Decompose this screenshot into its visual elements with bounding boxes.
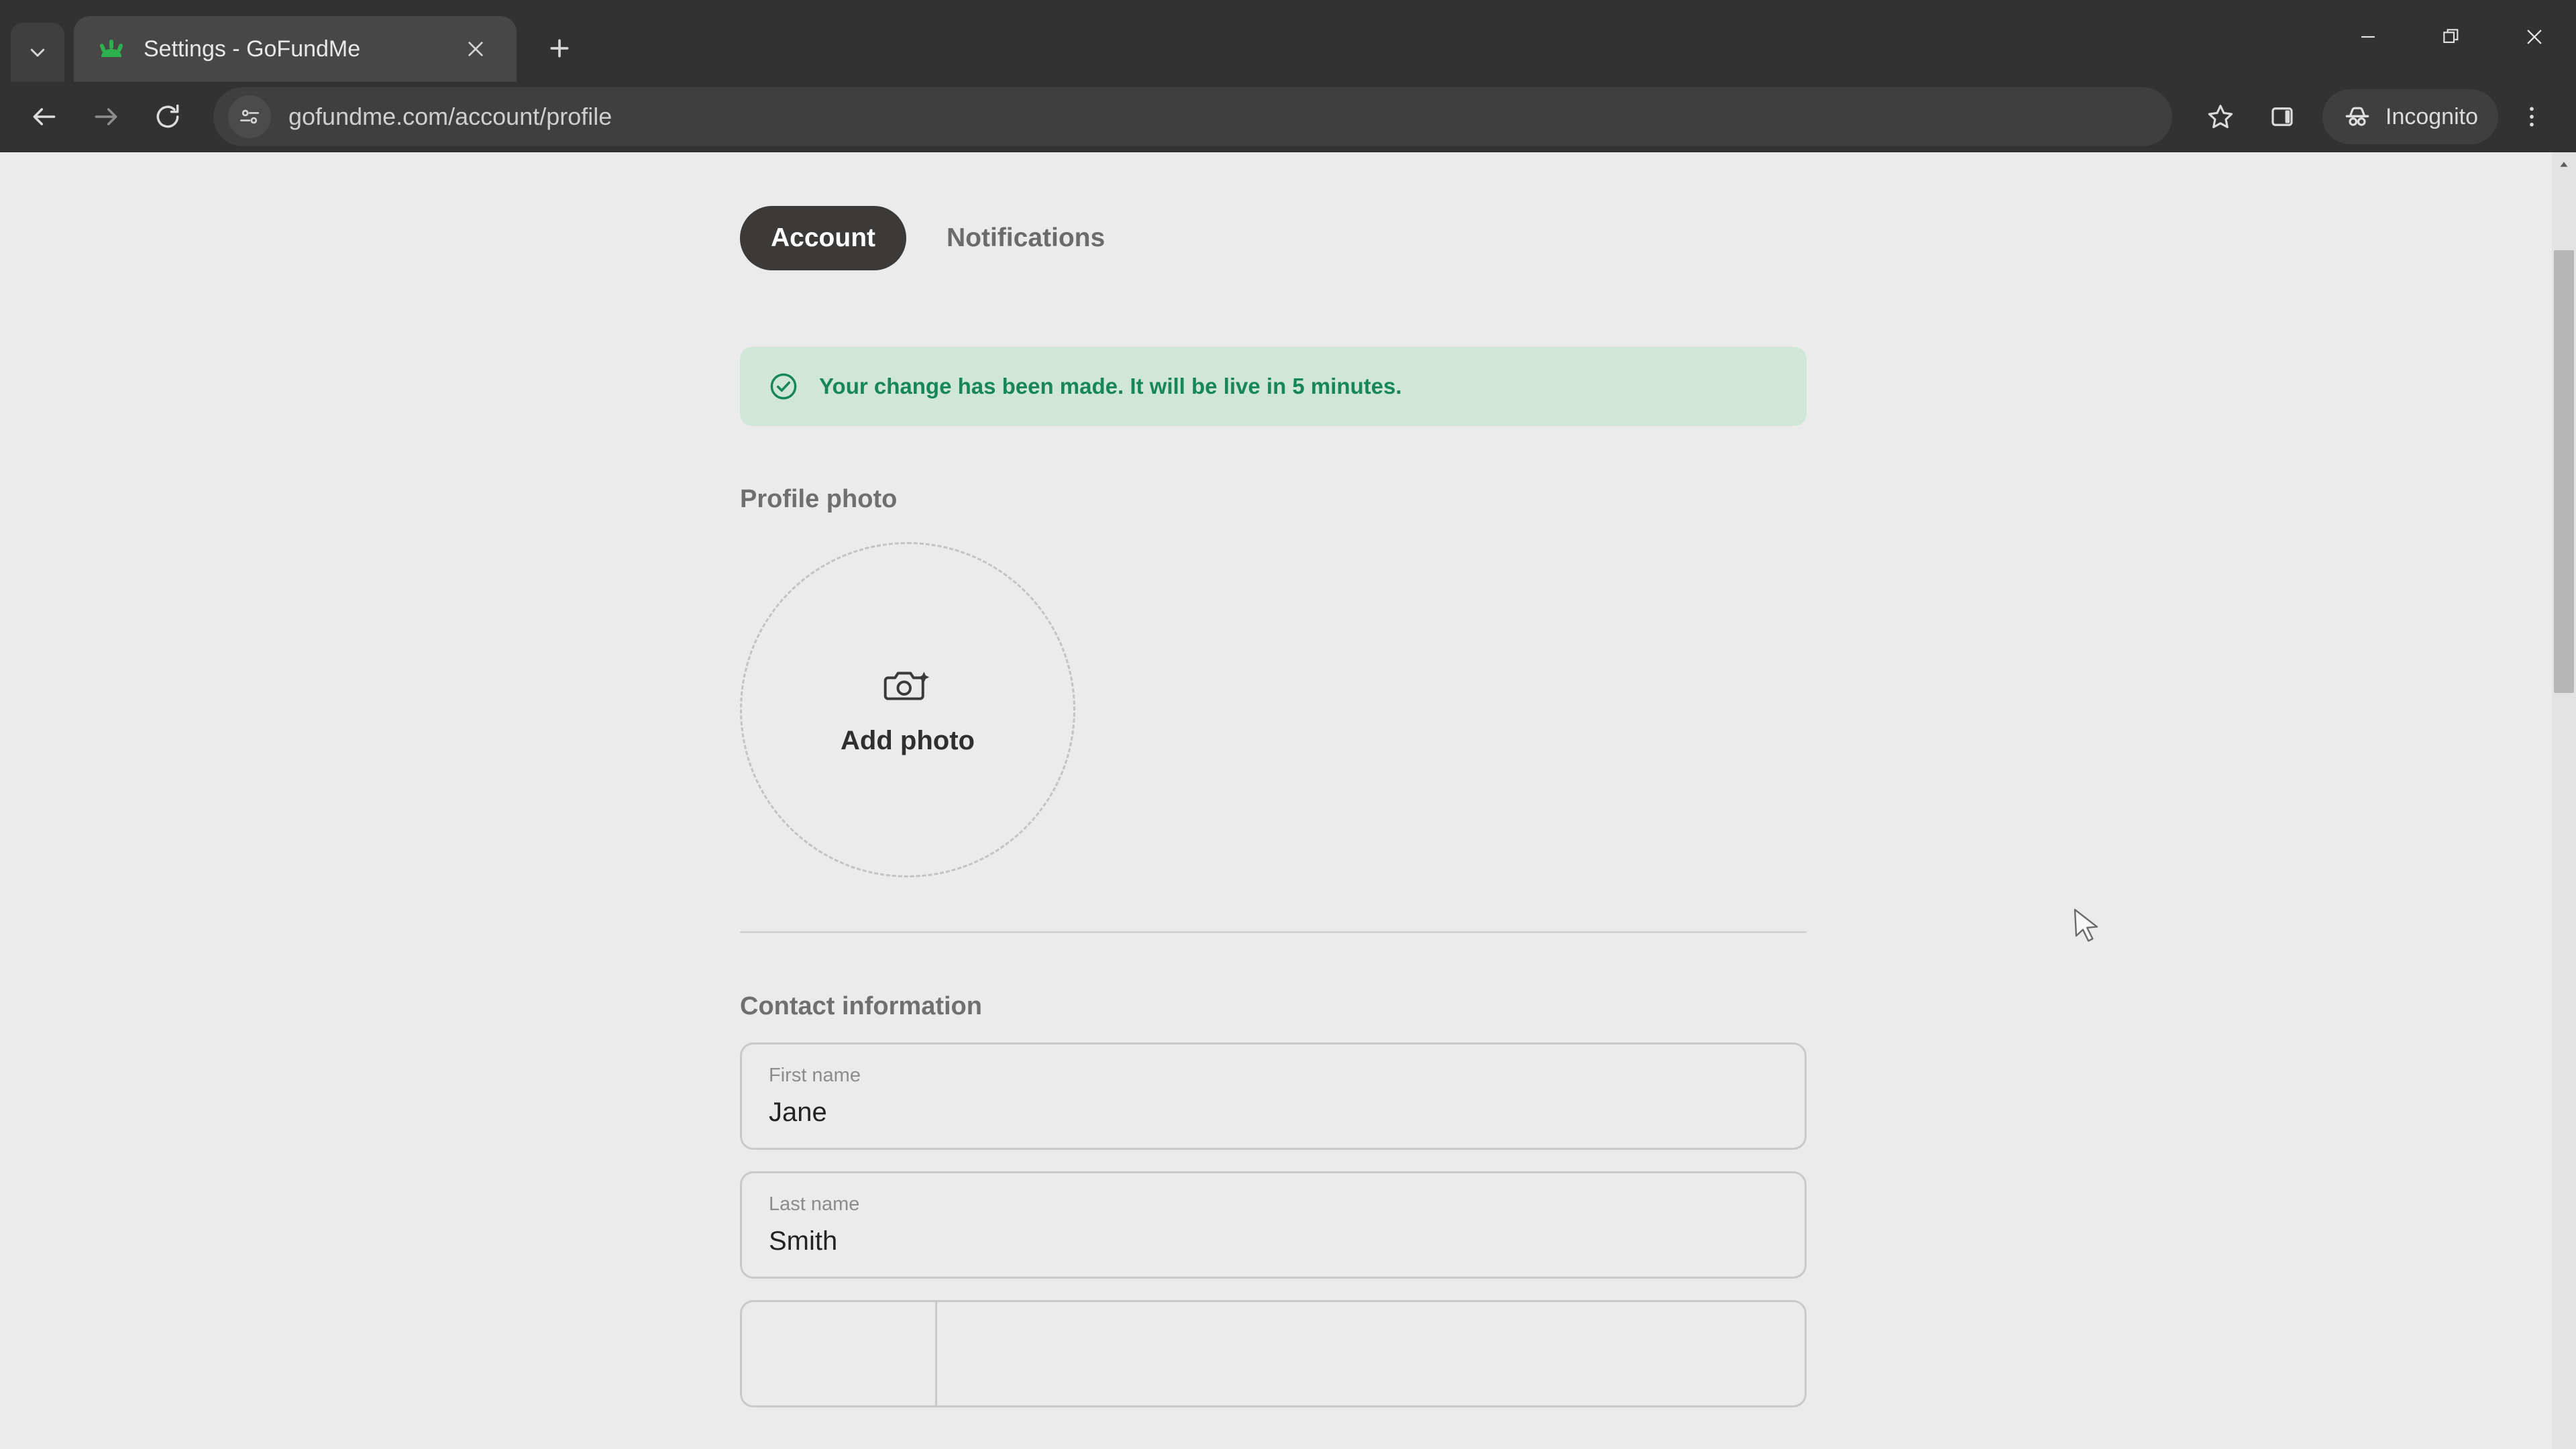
add-photo-label: Add photo [841,725,975,755]
phone-country-divider [935,1302,937,1405]
page-body: Account Notifications Your change has be… [0,152,2552,1449]
add-photo-dropzone[interactable]: Add photo [740,542,1075,877]
incognito-indicator[interactable]: Incognito [2322,89,2498,144]
url-text: gofundme.com/account/profile [288,103,612,130]
profile-photo-row: Add photo [740,542,1807,877]
close-icon [468,42,483,56]
side-panel-icon [2271,107,2293,126]
incognito-icon [2345,107,2369,126]
browser-toolbar: gofundme.com/account/profile Incognito [0,82,2576,152]
forward-button[interactable] [78,89,134,145]
scrollbar-track[interactable] [2552,176,2576,1449]
page-scrollbar[interactable] [2552,152,2576,1449]
settings-content: Account Notifications Your change has be… [740,152,1807,1407]
success-banner-message: Your change has been made. It will be li… [819,374,1402,398]
forward-arrow-icon [95,108,117,125]
scrollbar-thumb[interactable] [2554,250,2574,693]
back-button[interactable] [16,89,72,145]
settings-tabs: Account Notifications [740,206,1807,270]
star-icon [2208,105,2233,129]
browser-tab[interactable]: Settings - GoFundMe [74,16,517,82]
scroll-up-button[interactable] [2552,152,2576,176]
close-icon [2527,30,2542,44]
camera-sparkle-icon [883,671,930,700]
first-name-field[interactable]: First name Jane [740,1042,1807,1150]
tab-strip: Settings - GoFundMe [0,0,2576,82]
site-settings-icon[interactable] [228,95,271,138]
profile-photo-heading: Profile photo [740,485,898,513]
bookmark-button[interactable] [2192,89,2249,145]
last-name-field[interactable]: Last name Smith [740,1171,1807,1279]
back-arrow-icon [33,108,56,125]
chevron-down-icon [30,48,45,57]
window-close-button[interactable] [2493,0,2576,74]
tab-notifications[interactable]: Notifications [916,206,1136,270]
last-name-value: Smith [769,1226,838,1256]
section-divider [740,931,1807,933]
plus-icon [550,39,569,58]
minimize-icon [2361,36,2375,38]
tab-account[interactable]: Account [740,206,906,270]
three-dot-menu-icon [2530,107,2534,127]
restore-icon [2443,29,2459,44]
reload-icon [156,104,179,128]
window-maximize-button[interactable] [2410,0,2493,74]
tab-close-button[interactable] [458,31,494,67]
gofundme-logo-icon [97,34,126,64]
browser-menu-button[interactable] [2504,89,2560,145]
reload-button[interactable] [140,89,196,145]
scroll-up-arrow-icon [2560,162,2568,167]
tab-search-button[interactable] [11,23,64,82]
phone-field[interactable] [740,1300,1807,1407]
last-name-label: Last name [769,1193,860,1215]
window-controls [2326,0,2576,74]
new-tab-button[interactable] [534,23,585,74]
side-panel-button[interactable] [2254,89,2310,145]
address-bar[interactable]: gofundme.com/account/profile [213,87,2172,146]
success-banner: Your change has been made. It will be li… [740,347,1807,426]
tab-title: Settings - GoFundMe [144,36,361,62]
page-viewport: Account Notifications Your change has be… [0,152,2576,1449]
first-name-label: First name [769,1065,861,1086]
window-minimize-button[interactable] [2326,0,2410,74]
check-circle-icon [770,373,797,400]
first-name-value: Jane [769,1097,827,1127]
incognito-label: Incognito [2385,103,2478,129]
browser-window: Settings - GoFundMe gofundme.com/account… [0,0,2576,1449]
contact-information-heading: Contact information [740,992,982,1020]
